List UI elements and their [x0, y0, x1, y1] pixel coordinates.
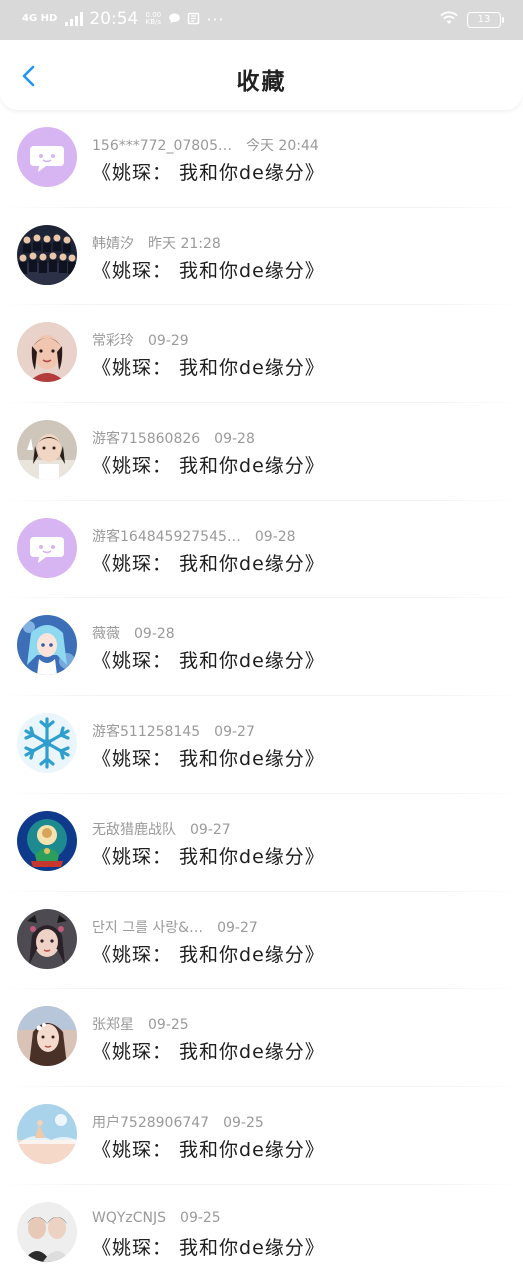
list-item[interactable]: 韩婧汐 昨天 21:28 《姚琛： 我和你de缘分》	[0, 208, 523, 306]
default-chat-avatar-icon	[17, 127, 77, 187]
timestamp: 09-25	[148, 1017, 189, 1034]
timestamp: 09-27	[214, 724, 255, 741]
avatar[interactable]	[17, 810, 77, 871]
item-meta: 用户7528906747 09-25	[92, 1112, 264, 1132]
timestamp: 09-29	[148, 333, 189, 350]
user-name: 用户7528906747	[92, 1114, 210, 1131]
avatar[interactable]	[17, 224, 77, 285]
user-name: 游客511258145	[92, 724, 201, 741]
item-meta: 游客715860826 09-28	[92, 428, 255, 448]
item-meta: 游客164845927545… 09-28	[92, 526, 296, 546]
status-time: 20:54	[89, 9, 139, 29]
item-content: 《姚琛： 我和你de缘分》	[92, 357, 325, 380]
anime-girl-avatar-icon	[17, 615, 77, 676]
item-meta: 단지 그를 사랑&… 09-27	[92, 917, 258, 937]
item-content: 《姚琛： 我和你de缘分》	[92, 1138, 325, 1161]
timestamp: 09-28	[134, 626, 175, 643]
girl-flowers-avatar-icon	[17, 908, 77, 969]
timestamp: 09-27	[217, 919, 258, 936]
snowflake-avatar-icon	[17, 713, 77, 774]
avatar[interactable]	[17, 420, 77, 481]
item-meta: 韩婧汐 昨天 21:28	[92, 233, 221, 253]
item-content: 《姚琛： 我和你de缘分》	[92, 552, 325, 575]
item-meta: 薇薇 09-28	[92, 623, 175, 643]
timestamp: 09-28	[214, 431, 255, 448]
list-item[interactable]: 156***772_07805… 今天 20:44 《姚琛： 我和你de缘分》	[0, 110, 523, 208]
list-item[interactable]: 游客511258145 09-27 《姚琛： 我和你de缘分》	[0, 696, 523, 794]
list-item[interactable]: 단지 그를 사랑&… 09-27 《姚琛： 我和你de缘分》	[0, 892, 523, 990]
list-item[interactable]: 薇薇 09-28 《姚琛： 我和你de缘分》	[0, 598, 523, 697]
item-meta: 156***772_07805… 今天 20:44	[92, 135, 319, 155]
timestamp: 昨天 21:28	[148, 235, 221, 252]
list-item[interactable]: 常彩玲 09-29 《姚琛： 我和你de缘分》	[0, 305, 523, 404]
item-meta: 无敌猎鹿战队 09-27	[92, 819, 231, 839]
avatar[interactable]	[17, 1103, 77, 1164]
more-notifications-icon: ···	[206, 9, 225, 29]
girl-portrait-avatar-icon	[17, 322, 77, 383]
item-meta: 常彩玲 09-29	[92, 330, 189, 350]
timestamp: 09-25	[223, 1114, 264, 1131]
item-content: 《姚琛： 我和你de缘分》	[92, 748, 325, 771]
list-item[interactable]: 用户7528906747 09-25 《姚琛： 我和你de缘分》	[0, 1087, 523, 1185]
avatar[interactable]	[17, 127, 77, 187]
status-bar: 4G HD 20:54 0.00 KB/s ··· 13	[0, 0, 523, 40]
avatar[interactable]	[17, 615, 77, 676]
notification-app-icon	[187, 10, 200, 29]
item-meta: WQYzCNJS 09-25	[92, 1210, 221, 1226]
item-content: 《姚琛： 我和你de缘分》	[92, 162, 325, 184]
network-speed: 0.00 KB/s	[145, 11, 162, 26]
item-content: 《姚琛： 我和你de缘分》	[92, 650, 325, 673]
avatar[interactable]	[17, 908, 77, 969]
girl-sky-avatar-icon	[17, 1006, 77, 1067]
item-content: 《姚琛： 我和你de缘分》	[92, 455, 325, 478]
couple-photo-avatar-icon	[17, 1201, 77, 1262]
default-chat-avatar-icon	[17, 517, 77, 578]
timestamp: 09-28	[254, 528, 296, 545]
user-name: 无敌猎鹿战队	[92, 821, 176, 838]
user-name: 张郑星	[92, 1017, 134, 1034]
user-name: WQYzCNJS	[92, 1209, 167, 1226]
user-name: 游客715860826	[92, 431, 201, 448]
list-item[interactable]: 游客715860826 09-28 《姚琛： 我和你de缘分》	[0, 403, 523, 501]
avatar[interactable]	[17, 1201, 77, 1262]
user-name: 游客164845927545…	[92, 528, 241, 545]
nav-header: 收藏	[0, 40, 523, 110]
list-item[interactable]: WQYzCNJS 09-25 《姚琛： 我和你de缘分》	[0, 1185, 523, 1282]
avatar[interactable]	[17, 517, 77, 578]
wifi-icon	[439, 10, 459, 29]
item-content: 《姚琛： 我和你de缘分》	[92, 259, 325, 282]
pastel-sky-avatar-icon	[17, 1103, 77, 1164]
item-content: 《姚琛： 我和你de缘分》	[92, 1236, 325, 1259]
child-photo-avatar-icon	[17, 420, 77, 481]
item-content: 《姚琛： 我和你de缘分》	[92, 1041, 325, 1064]
user-name: 단지 그를 사랑&…	[92, 919, 204, 936]
user-name: 常彩玲	[92, 333, 134, 350]
list-item[interactable]: 无敌猎鹿战队 09-27 《姚琛： 我和你de缘分》	[0, 794, 523, 892]
user-name: 薇薇	[92, 626, 120, 643]
signal-icon	[65, 12, 84, 26]
page-title: 收藏	[236, 69, 287, 95]
timestamp: 09-25	[180, 1209, 221, 1226]
user-name: 韩婧汐	[92, 235, 134, 252]
battery-icon: 13	[467, 11, 504, 28]
timestamp: 今天 20:44	[245, 138, 319, 154]
timestamp: 09-27	[190, 821, 231, 838]
avatar[interactable]	[17, 1006, 77, 1067]
favorites-list: 156***772_07805… 今天 20:44 《姚琛： 我和你de缘分》 韩…	[0, 110, 523, 1282]
group-photo-avatar-icon	[17, 224, 77, 285]
item-meta: 张郑星 09-25	[92, 1014, 189, 1034]
user-name: 156***772_07805…	[92, 138, 232, 154]
deity-painting-avatar-icon	[17, 810, 77, 871]
list-item[interactable]: 游客164845927545… 09-28 《姚琛： 我和你de缘分》	[0, 501, 523, 599]
list-item[interactable]: 张郑星 09-25 《姚琛： 我和你de缘分》	[0, 989, 523, 1087]
item-content: 《姚琛： 我和你de缘分》	[92, 845, 325, 868]
item-meta: 游客511258145 09-27	[92, 721, 255, 741]
network-type: 4G HD	[22, 13, 58, 24]
avatar[interactable]	[17, 713, 77, 774]
chat-bubble-icon	[168, 10, 181, 29]
item-content: 《姚琛： 我和你de缘分》	[92, 943, 325, 966]
avatar[interactable]	[17, 322, 77, 383]
